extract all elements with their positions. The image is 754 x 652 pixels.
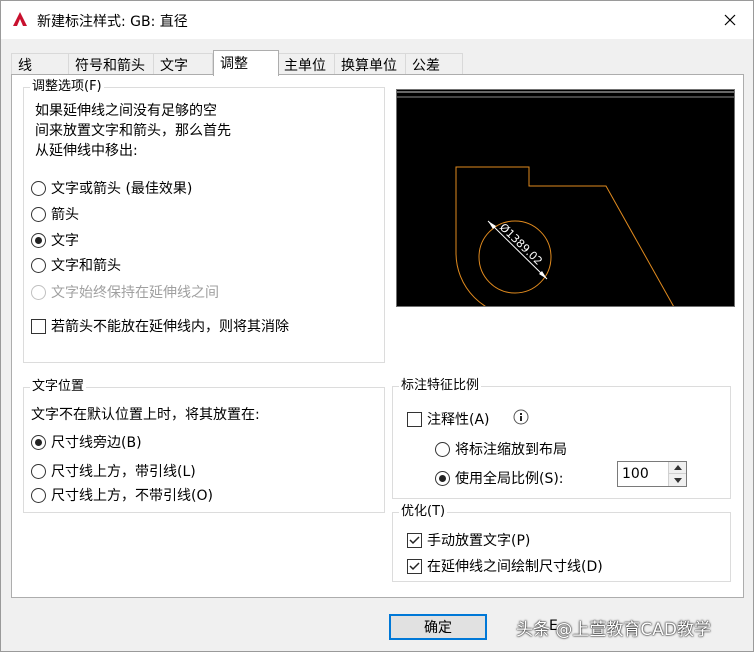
checkbox-box: [407, 558, 422, 574]
suppress-arrows-checkbox[interactable]: 若箭头不能放在延伸线内，则将其消除: [31, 316, 289, 336]
radio-label: 文字: [51, 233, 79, 249]
checkbox-label: 注释性(A): [427, 412, 490, 428]
radio-circle: [31, 206, 46, 222]
annotative-checkbox[interactable]: 注释性(A): [407, 409, 490, 429]
overall-scale-value[interactable]: 100: [622, 466, 649, 482]
fine-tuning-title: 优化(T): [399, 504, 448, 520]
fit-tab-page: 调整选项(F) 如果延伸线之间没有足够的空 间来放置文字和箭头，那么首先 从延伸…: [11, 74, 744, 598]
ok-button[interactable]: 确定: [389, 614, 487, 640]
spin-up-button[interactable]: [669, 462, 686, 474]
tab-text[interactable]: 文字: [153, 53, 213, 75]
radio-over-dim-line-without-leader[interactable]: 尺寸线上方，不带引线(O): [31, 485, 213, 505]
tab-label: 主单位: [284, 58, 326, 74]
tab-alternate-units[interactable]: 换算单位: [334, 53, 406, 75]
radio-label: 文字或箭头 (最佳效果): [51, 181, 193, 197]
radio-over-dim-line-with-leader[interactable]: 尺寸线上方，带引线(L): [31, 461, 196, 481]
fit-options-title: 调整选项(F): [30, 79, 104, 95]
text-placement-description: 文字不在默认位置上时，将其放置在:: [31, 407, 260, 423]
close-button[interactable]: [707, 1, 753, 39]
window-title: 新建标注样式: GB: 直径: [37, 14, 188, 30]
dimension-preview-drawing: Ø1389.02: [397, 91, 734, 317]
draw-dim-line-between-ext-lines-checkbox[interactable]: 在延伸线之间绘制尺寸线(D): [407, 556, 603, 576]
radio-label: 尺寸线上方，带引线(L): [51, 464, 196, 480]
close-icon: [724, 14, 736, 26]
tab-label: 调整: [220, 56, 248, 72]
radio-label: 箭头: [51, 207, 79, 223]
radio-scale-to-layout[interactable]: 将标注缩放到布局: [435, 439, 567, 459]
overall-scale-spinner[interactable]: 100: [617, 461, 687, 487]
radio-circle: [31, 463, 46, 479]
text-placement-group: 文字位置 文字不在默认位置上时，将其放置在: 尺寸线旁边(B) 尺寸线上方，带引…: [23, 379, 385, 513]
checkbox-box: [407, 411, 422, 427]
radio-circle: [435, 470, 450, 486]
place-text-manually-checkbox[interactable]: 手动放置文字(P): [407, 530, 530, 550]
radio-label: 尺寸线旁边(B): [51, 435, 142, 451]
radio-text-or-arrows[interactable]: 文字或箭头 (最佳效果): [31, 178, 192, 198]
tab-label: 符号和箭头: [75, 58, 145, 74]
spin-down-button[interactable]: [669, 474, 686, 486]
radio-label: 文字始终保持在延伸线之间: [51, 285, 219, 301]
radio-circle: [435, 441, 450, 457]
radio-circle: [31, 487, 46, 503]
radio-circle: [31, 434, 46, 450]
radio-circle: [31, 232, 46, 248]
fit-description-line: 间来放置文字和箭头，那么首先: [35, 123, 231, 139]
spinner-buttons: [668, 462, 686, 486]
tab-lines[interactable]: 线: [11, 53, 69, 75]
chevron-up-icon: [673, 465, 682, 470]
scale-group: 标注特征比例 注释性(A) 将标注缩放到布局 使用全局比例(S): 100: [392, 378, 731, 499]
radio-label: 文字和箭头: [51, 258, 121, 274]
scale-title: 标注特征比例: [399, 378, 482, 394]
tab-label: 文字: [160, 58, 188, 74]
radio-arrows[interactable]: 箭头: [31, 204, 79, 224]
radio-label: 尺寸线上方，不带引线(O): [51, 488, 213, 504]
preview-panel: Ø1389.02: [396, 89, 735, 317]
tab-symbols-arrows[interactable]: 符号和箭头: [68, 53, 154, 75]
fine-tuning-group: 优化(T) 手动放置文字(P) 在延伸线之间绘制尺寸线(D): [392, 504, 731, 582]
fit-description-line: 从延伸线中移出:: [35, 143, 138, 159]
dimension-style-dialog: 新建标注样式: GB: 直径 线 符号和箭头 文字 调整 主单位 换算单位 公差…: [0, 0, 754, 652]
tab-label: 公差: [412, 58, 440, 74]
chevron-down-icon: [673, 477, 682, 483]
info-icon[interactable]: [513, 409, 529, 425]
tab-fit[interactable]: 调整: [213, 50, 279, 76]
autocad-app-icon: [13, 12, 27, 26]
fit-description-line: 如果延伸线之间没有足够的空: [35, 103, 217, 119]
radio-label: 使用全局比例(S):: [455, 471, 564, 487]
checkbox-box: [31, 318, 46, 334]
radio-use-overall-scale[interactable]: 使用全局比例(S):: [435, 468, 564, 488]
radio-circle: [31, 180, 46, 196]
radio-circle: [31, 284, 46, 300]
radio-text-and-arrows[interactable]: 文字和箭头: [31, 255, 121, 275]
tab-tolerances[interactable]: 公差: [405, 53, 463, 75]
radio-always-keep-text-between[interactable]: 文字始终保持在延伸线之间: [31, 282, 219, 302]
checkbox-label: 若箭头不能放在延伸线内，则将其消除: [51, 319, 289, 335]
radio-label: 将标注缩放到布局: [455, 442, 567, 458]
checkbox-box: [407, 532, 422, 548]
check-icon: [409, 535, 420, 544]
tab-label: 线: [18, 58, 32, 74]
title-bar: 新建标注样式: GB: 直径: [1, 1, 753, 39]
text-placement-title: 文字位置: [30, 379, 87, 395]
checkbox-label: 手动放置文字(P): [427, 533, 531, 549]
checkbox-label: 在延伸线之间绘制尺寸线(D): [427, 559, 603, 575]
tab-primary-units[interactable]: 主单位: [277, 53, 335, 75]
dimension-text: Ø1389.02: [497, 221, 545, 268]
watermark-text: 头条 @上萱教育CAD教学: [516, 620, 711, 640]
tab-label: 换算单位: [341, 58, 397, 74]
check-icon: [409, 561, 420, 570]
radio-beside-dim-line[interactable]: 尺寸线旁边(B): [31, 432, 142, 452]
radio-text[interactable]: 文字: [31, 230, 79, 250]
fit-options-group: 调整选项(F) 如果延伸线之间没有足够的空 间来放置文字和箭头，那么首先 从延伸…: [23, 79, 385, 363]
radio-circle: [31, 257, 46, 273]
